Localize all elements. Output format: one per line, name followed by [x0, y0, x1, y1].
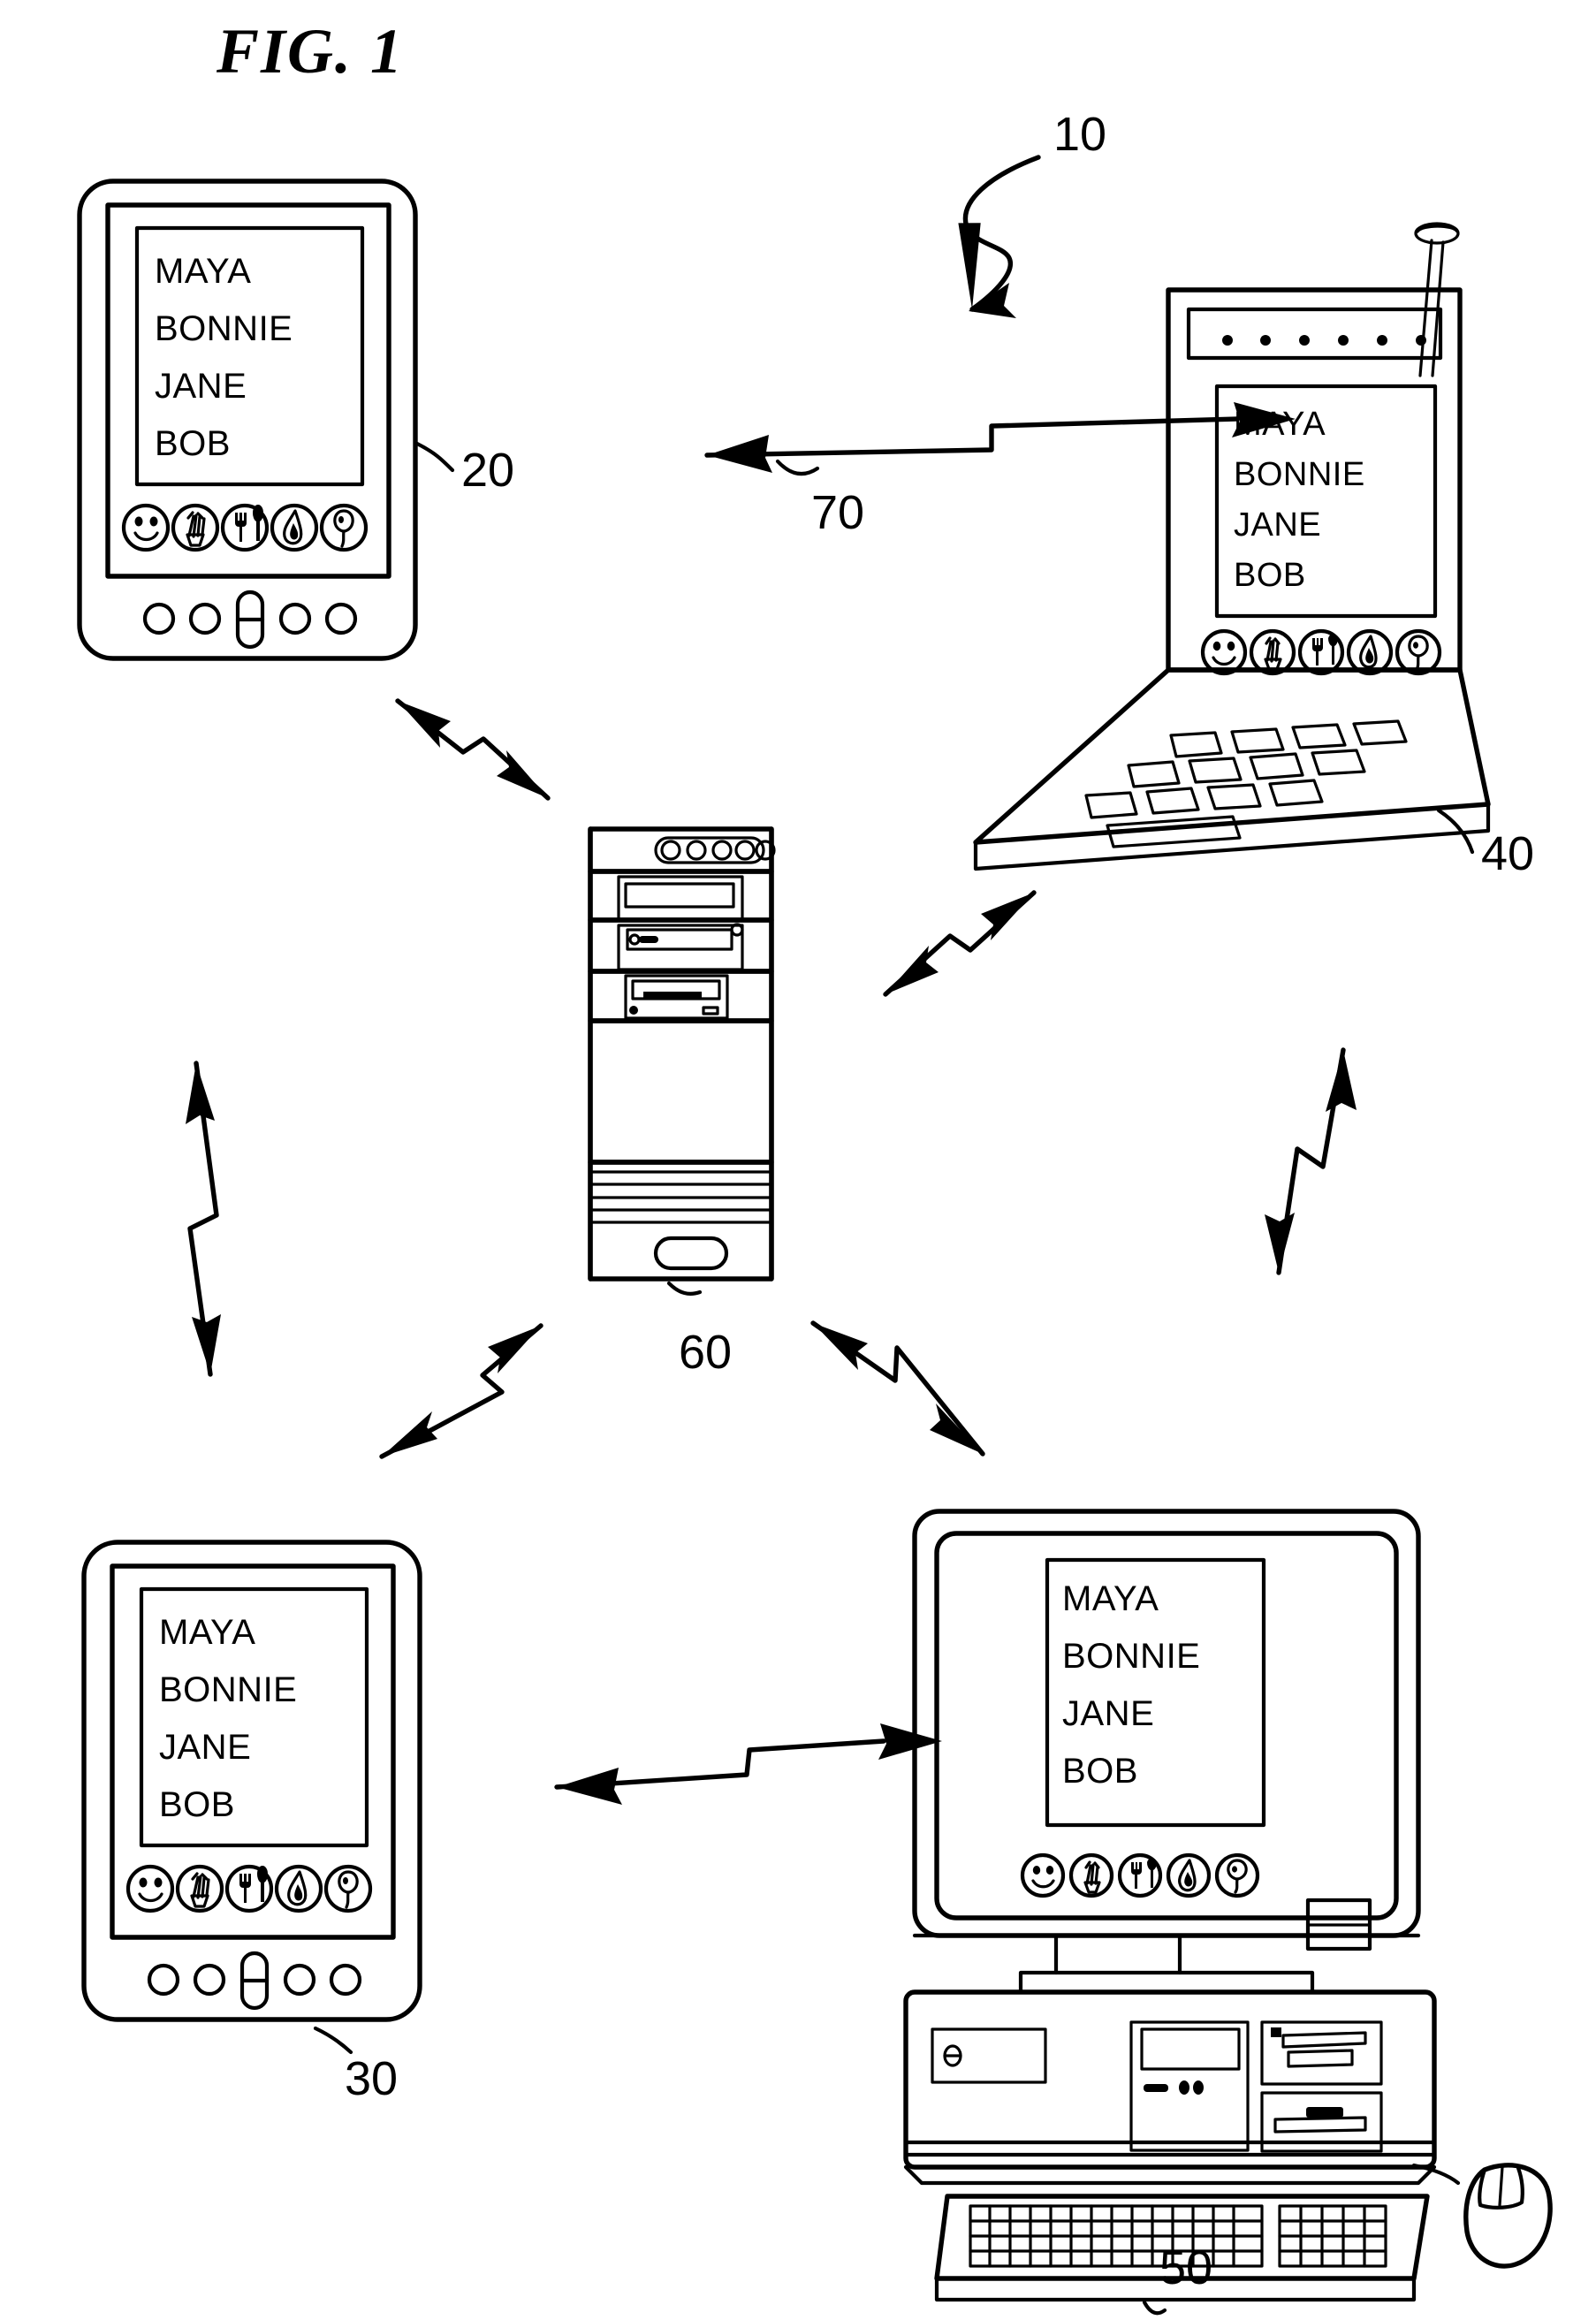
device-pda-top-left[interactable]: MAYA BONNIE JANE BOB	[77, 179, 455, 661]
communicator-antenna	[1414, 222, 1460, 377]
link-pda30-to-desktop50	[554, 1723, 942, 1805]
balloon-icon[interactable]	[1214, 1852, 1260, 1898]
ref-numeral-70: 70	[811, 486, 864, 539]
pda30-button-4[interactable]	[329, 1963, 362, 1997]
communicator-icon-row[interactable]	[1200, 628, 1442, 676]
desktop-monitor-outer	[912, 1509, 1421, 1938]
pda20-button-4[interactable]	[324, 602, 358, 635]
pda30-name-1: BONNIE	[159, 1670, 297, 1709]
comm-name-1: BONNIE	[1234, 456, 1365, 493]
desktop-icon-row[interactable]	[1020, 1852, 1260, 1898]
pda30-icon-row[interactable]	[125, 1864, 373, 1913]
plant-bundle-icon[interactable]	[175, 1864, 224, 1913]
link-server60-to-pda30	[379, 1323, 543, 1459]
link-server60-to-communicator40	[883, 890, 1037, 997]
flame-icon[interactable]	[1346, 628, 1394, 676]
plant-bundle-icon[interactable]	[1249, 628, 1296, 676]
comm-name-2: JANE	[1234, 506, 1321, 544]
server-cd-slot	[624, 882, 735, 909]
desktop-mouse[interactable]	[1411, 2163, 1553, 2269]
server-bottom-panel	[588, 1160, 774, 1282]
link-pda20-to-server60	[395, 698, 551, 801]
pda20-icon-row[interactable]	[121, 503, 369, 552]
fork-spoon-icon[interactable]	[220, 503, 270, 552]
ref-numeral-60: 60	[679, 1326, 732, 1379]
smiley-face-icon[interactable]	[1200, 628, 1248, 676]
flame-icon[interactable]	[274, 1864, 323, 1913]
server-bay-2-inner	[617, 924, 744, 971]
desktop-case-drive-slot	[1140, 2027, 1241, 2071]
server-leader	[666, 1281, 703, 1296]
ref-numeral-20: 20	[461, 444, 514, 497]
pda30-name-2: JANE	[159, 1728, 251, 1767]
figure-title: FIG. 1	[216, 16, 404, 87]
pda20-button-row[interactable]	[142, 590, 358, 650]
pda30-name-0: MAYA	[159, 1613, 255, 1652]
figure-canvas: FIG. 1 10 MAYA BONNIE JANE BOB 20 MAYA B…	[77, 16, 1553, 2316]
pda20-name-3: BOB	[155, 424, 231, 463]
pda30-button-2[interactable]	[193, 1963, 226, 1997]
comm-name-3: BOB	[1234, 557, 1306, 594]
link-pda20-to-communicator40	[704, 402, 1296, 473]
desktop-leader	[1142, 2300, 1167, 2316]
fork-spoon-icon[interactable]	[224, 1864, 274, 1913]
link-server60-to-desktop50	[810, 1320, 985, 1457]
balloon-icon[interactable]	[323, 1864, 373, 1913]
pda30-button-3[interactable]	[283, 1963, 316, 1997]
pda30-name-3: BOB	[159, 1785, 235, 1824]
flame-icon[interactable]	[1166, 1852, 1212, 1898]
link70-leader	[775, 459, 820, 476]
pda20-button-2[interactable]	[188, 602, 222, 635]
device-pda-bottom-left[interactable]: MAYA BONNIE JANE BOB	[81, 1540, 422, 2055]
pda20-button-1[interactable]	[142, 602, 176, 635]
ref-numeral-40: 40	[1481, 827, 1534, 880]
link-communicator40-to-desktop50	[1265, 1047, 1357, 1275]
balloon-icon[interactable]	[319, 503, 369, 552]
plant-bundle-icon[interactable]	[1068, 1852, 1114, 1898]
device-desktop[interactable]: MAYA BONNIE JANE BOB	[903, 1509, 1553, 2316]
pda20-button-3[interactable]	[278, 602, 312, 635]
flame-icon[interactable]	[270, 503, 319, 552]
device-server-tower[interactable]	[588, 826, 776, 1296]
device-communicator[interactable]: MAYA BONNIE JANE BOB	[973, 222, 1491, 871]
ref-numeral-30: 30	[345, 2052, 398, 2105]
desk-name-0: MAYA	[1062, 1579, 1159, 1618]
pda30-button-row[interactable]	[147, 1951, 362, 2011]
link-pda20-to-pda30	[186, 1061, 221, 1377]
desk-name-2: JANE	[1062, 1694, 1154, 1733]
desktop-monitor-stand	[1053, 1933, 1182, 1975]
pda20-name-1: BONNIE	[155, 309, 293, 348]
plant-bundle-icon[interactable]	[171, 503, 220, 552]
smiley-face-icon[interactable]	[1020, 1852, 1066, 1898]
communicator-speaker-grille	[1186, 307, 1443, 361]
balloon-icon[interactable]	[1395, 628, 1442, 676]
server-blank-panel	[588, 1018, 774, 1165]
smiley-face-icon[interactable]	[125, 1864, 175, 1913]
pda20-leader	[414, 441, 455, 473]
pda20-name-2: JANE	[155, 367, 247, 406]
pda30-leader	[313, 2026, 353, 2055]
system-callout-arrow	[958, 155, 1041, 318]
smiley-face-icon[interactable]	[121, 503, 171, 552]
ref-numeral-10: 10	[1053, 108, 1106, 161]
fork-spoon-icon[interactable]	[1297, 628, 1345, 676]
pda30-button-1[interactable]	[147, 1963, 180, 1997]
ref-numeral-50: 50	[1159, 2241, 1212, 2294]
communicator-keyboard-deck[interactable]	[973, 667, 1491, 871]
desktop-monitor-bezel	[934, 1531, 1399, 1921]
fork-spoon-icon[interactable]	[1117, 1852, 1163, 1898]
patent-figure-1: FIG. 1 10 MAYA BONNIE JANE BOB 20 MAYA B…	[0, 0, 1596, 2320]
desk-name-1: BONNIE	[1062, 1637, 1200, 1676]
desk-name-3: BOB	[1062, 1752, 1138, 1791]
pda20-name-0: MAYA	[155, 252, 251, 291]
server-power-button[interactable]	[653, 1236, 729, 1271]
desktop-stand-base	[1018, 1970, 1315, 1995]
server-vents	[589, 1170, 773, 1224]
